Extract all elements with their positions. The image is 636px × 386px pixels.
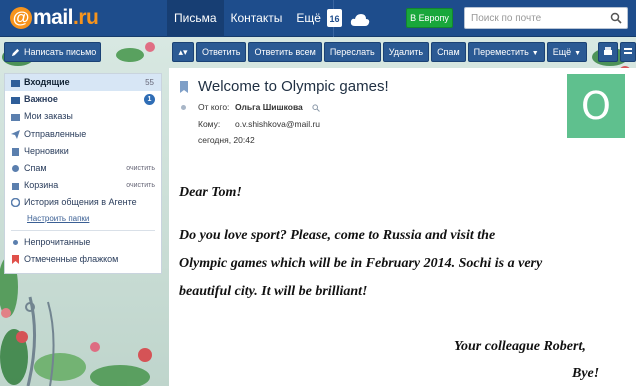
compose-button[interactable]: Написать письмо [4,42,101,62]
message-view: Welcome to Olympic games! От кого: Ольга… [169,68,636,386]
message-signoff: Bye! [572,366,600,381]
clear-spam-link[interactable]: очистить [126,160,155,177]
more-actions-button[interactable] [620,42,636,62]
sender-status-icon [181,105,186,110]
move-button[interactable]: Переместить ▼ [467,42,545,62]
reply-all-button[interactable]: Ответить всем [248,42,322,62]
reply-button[interactable]: Ответить [196,42,247,62]
sidebar-item-label: Важное [24,94,58,105]
flag-icon [12,254,19,264]
message-toolbar: ▴▾ Ответить Ответить всем Переслать Удал… [172,42,589,62]
sidebar-item-unread[interactable]: Непрочитанные [5,234,161,251]
compose-label: Написать письмо [24,47,97,57]
select-dropdown-button[interactable]: ▴▾ [172,42,194,62]
search-box [464,7,628,29]
message-greeting: Dear Tom! [179,185,242,200]
sidebar-item-label: Отправленные [24,128,87,139]
pencil-icon [11,48,20,56]
forward-button[interactable]: Переслать [323,42,381,62]
top-bar: @ mail.ru Письма Контакты Ещё 16 В Европ… [0,0,636,37]
spam-button[interactable]: Спам [431,42,466,62]
sidebar-item-label: Отмеченные флажком [24,253,119,264]
sidebar-item-label: Спам [24,162,47,173]
calendar-icon[interactable]: 16 [327,9,342,27]
print-icon [604,47,612,55]
spam-icon [12,164,19,172]
mail-ru-logo[interactable]: @ mail.ru [10,5,99,31]
message-closing: Your colleague Robert, [454,339,586,354]
nav-contacts[interactable]: Контакты [224,0,290,37]
bookmark-icon[interactable] [180,81,188,93]
sidebar-item-label: Черновики [24,145,69,156]
sidebar-item-label: Мои заказы [24,111,73,122]
trash-icon [12,183,19,191]
sidebar-item-flagged[interactable]: Отмеченные флажком [5,251,161,268]
message-date: сегодня, 20:42 [198,135,255,145]
recipient-address[interactable]: o.v.shishkova@mail.ru [235,119,320,129]
sidebar-item-orders[interactable]: Мои заказы [5,108,161,125]
delete-button[interactable]: Удалить [382,42,430,62]
folder-icon [11,97,20,105]
logo-at: @ [10,7,32,29]
sidebar-item-important[interactable]: Важное 1 [5,91,161,108]
logo-tld: .ru [73,6,99,29]
sender-name[interactable]: Ольга Шишкова [235,102,303,112]
logo-text: mail.ru [33,6,99,30]
message-body-line: Do you love sport? Please, come to Russi… [179,228,496,243]
more-actions-icon [624,48,632,54]
print-button[interactable] [598,42,618,62]
search-icon[interactable] [312,104,320,112]
sidebar-item-label: История общения в Агенте [24,197,137,208]
move-label: Переместить [473,47,529,57]
search-input[interactable] [465,8,605,28]
configure-folders-link[interactable]: Настроить папки [5,212,161,227]
sidebar-divider [11,229,155,231]
folder-icon [11,114,20,122]
unread-count: 55 [145,78,154,87]
more-label: Ещё [552,47,572,57]
sidebar-item-trash[interactable]: Корзина очистить [5,177,161,194]
top-nav: Письма Контакты Ещё [167,0,339,37]
chevron-down-icon: ▼ [574,50,582,57]
nav-letters[interactable]: Письма [167,0,224,37]
search-icon[interactable] [610,12,622,24]
message-body-line: Olympic games which will be in February … [179,256,543,271]
to-label: Кому: [198,119,221,129]
chevron-down-icon: ▼ [531,50,539,57]
message-subject: Welcome to Olympic games! [198,78,389,95]
europe-button[interactable]: В Европу [406,8,453,28]
cloud-icon[interactable] [350,11,370,29]
nav-more[interactable]: Ещё [289,0,328,37]
unread-dot-icon [13,239,18,245]
select-caret-icon: ▴▾ [178,47,188,57]
clear-trash-link[interactable]: очистить [126,177,155,194]
sidebar-item-label: Корзина [24,180,59,191]
sidebar-item-inbox[interactable]: Входящие 55 [5,74,161,92]
sidebar-item-spam[interactable]: Спам очистить [5,160,161,177]
folder-sidebar: Входящие 55 Важное 1 Мои заказы Отправле… [4,73,162,274]
sidebar-item-label: Непрочитанные [24,236,91,247]
logo-name: mail [33,6,74,29]
sender-avatar: О [567,74,625,138]
message-body-line: beautiful city. It will be brilliant! [179,284,368,299]
more-button[interactable]: Ещё ▼ [546,42,588,62]
drafts-icon [12,147,19,156]
sidebar-item-drafts[interactable]: Черновики [5,143,161,160]
sent-icon [11,129,20,139]
inbox-icon [11,80,20,87]
sidebar-item-agent-history[interactable]: История общения в Агенте [5,194,161,211]
sidebar-item-label: Входящие [24,77,70,87]
agent-icon [11,198,20,208]
from-label: От кого: [198,102,230,112]
sidebar-item-sent[interactable]: Отправленные [5,126,161,143]
unread-badge: 1 [144,94,155,106]
